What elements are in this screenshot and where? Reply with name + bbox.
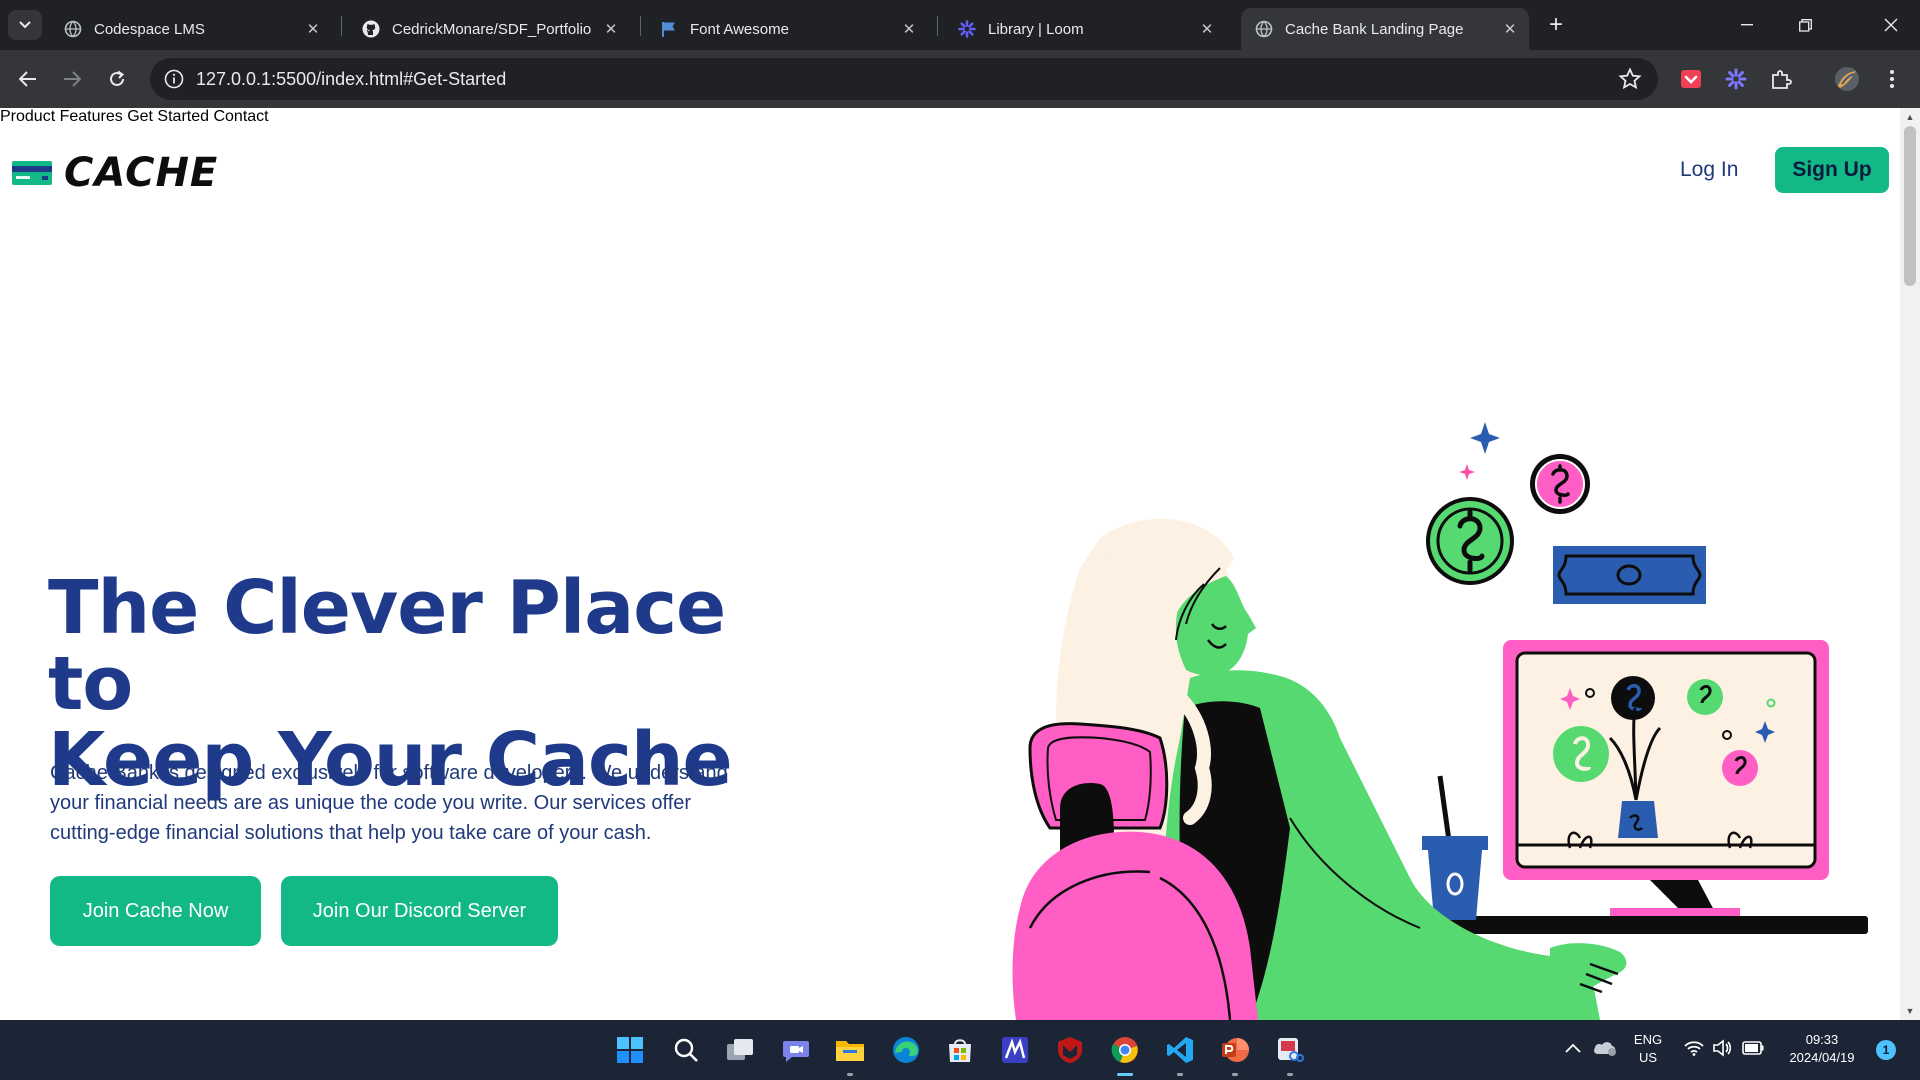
page-scrollbar[interactable]: ▲ ▼: [1900, 108, 1920, 1020]
tab-title: Library | Loom: [988, 20, 1084, 38]
tab-font-awesome[interactable]: Font Awesome ✕: [646, 8, 928, 50]
tab-separator: [937, 16, 938, 36]
nav-link-get-started[interactable]: Get Started: [127, 108, 209, 125]
close-icon: [1884, 18, 1898, 32]
address-bar[interactable]: 127.0.0.1:5500/index.html#Get-Started: [150, 58, 1658, 100]
edge-browser-icon[interactable]: [886, 1030, 926, 1070]
hero-illustration: [1012, 422, 1868, 1020]
clock[interactable]: 09:33 2024/04/19: [1782, 1031, 1862, 1067]
battery-icon[interactable]: [1742, 1041, 1764, 1060]
desk: [1410, 916, 1868, 934]
tab-loom[interactable]: Library | Loom ✕: [944, 8, 1226, 50]
globe-icon: [1255, 20, 1273, 38]
microsoft-store-icon[interactable]: [940, 1030, 980, 1070]
flag-icon: [660, 20, 678, 38]
new-tab-button[interactable]: +: [1541, 10, 1571, 40]
tab-search-button[interactable]: [8, 10, 42, 40]
forward-button[interactable]: [56, 63, 88, 95]
join-discord-button[interactable]: Join Our Discord Server: [281, 876, 558, 946]
keyboard-layout: US: [1638, 1050, 1658, 1065]
logo-text: CACHE: [64, 150, 219, 196]
scroll-down-icon[interactable]: ▼: [1905, 1006, 1915, 1016]
wifi-icon[interactable]: [1684, 1040, 1704, 1061]
main-nav: Product Features Get Started Contact: [0, 108, 1920, 126]
task-view-icon[interactable]: [720, 1030, 760, 1070]
signup-button[interactable]: Sign Up: [1775, 147, 1889, 193]
snipping-tool-icon[interactable]: [1270, 1030, 1310, 1076]
credit-card-icon: [12, 161, 52, 185]
teams-chat-icon[interactable]: [776, 1030, 816, 1070]
windows-start-icon[interactable]: [610, 1030, 650, 1070]
vscode-icon[interactable]: [1160, 1030, 1200, 1076]
github-icon: [362, 20, 380, 38]
close-tab-icon[interactable]: ✕: [898, 18, 920, 40]
close-tab-icon[interactable]: ✕: [1499, 18, 1521, 40]
tab-title: Codespace LMS: [94, 20, 205, 38]
scroll-up-icon[interactable]: ▲: [1905, 112, 1915, 122]
notification-badge[interactable]: 1: [1876, 1040, 1896, 1060]
login-link[interactable]: Log In: [1680, 158, 1738, 182]
join-cache-button[interactable]: Join Cache Now: [50, 876, 261, 946]
windows-taskbar: ENG US 09:33 2024/04/19: [0, 1020, 1920, 1080]
restore-icon: [1798, 18, 1812, 32]
show-hidden-icons-chevron-up-icon[interactable]: [1565, 1040, 1581, 1058]
tab-title: Cache Bank Landing Page: [1285, 20, 1464, 38]
tab-github[interactable]: CedrickMonare/SDF_Portfolio ✕: [348, 8, 630, 50]
cache-logo[interactable]: CACHE: [12, 150, 218, 196]
close-tab-icon[interactable]: ✕: [600, 18, 622, 40]
tab-separator: [640, 16, 641, 36]
cup: [1428, 850, 1482, 920]
browser-tab-bar: Codespace LMS ✕ CedrickMonare/SDF_Portfo…: [0, 0, 1920, 50]
hero-description: Cache Bank is designed exclusively for s…: [50, 762, 728, 844]
restore-button[interactable]: [1776, 0, 1834, 50]
language-indicator[interactable]: ENG US: [1628, 1031, 1668, 1067]
scrollbar-thumb[interactable]: [1904, 126, 1916, 286]
clock-date: 2024/04/19: [1789, 1050, 1855, 1065]
tab-separator: [341, 16, 342, 36]
profile-avatar-icon[interactable]: [1833, 65, 1861, 93]
file-explorer-icon[interactable]: [830, 1030, 870, 1076]
app-m-icon[interactable]: [995, 1030, 1035, 1070]
arrow-right-icon: [64, 71, 81, 87]
sparkle-icon: [1459, 464, 1475, 480]
close-tab-icon[interactable]: ✕: [302, 18, 324, 40]
arrow-left-icon: [19, 71, 36, 87]
pocket-extension-icon[interactable]: [1677, 65, 1705, 93]
chrome-icon[interactable]: [1105, 1030, 1145, 1076]
loom-icon: [958, 20, 976, 38]
powerpoint-icon[interactable]: [1215, 1030, 1255, 1076]
sparkle-icon: [1470, 422, 1500, 454]
minimize-button[interactable]: [1718, 0, 1776, 50]
url-text: 127.0.0.1:5500/index.html#Get-Started: [196, 68, 507, 89]
reload-button[interactable]: [101, 63, 133, 95]
nav-link-features[interactable]: Features: [60, 108, 123, 125]
close-tab-icon[interactable]: ✕: [1196, 18, 1218, 40]
clock-time: 09:33: [1805, 1032, 1839, 1047]
search-icon[interactable]: [666, 1030, 706, 1070]
onedrive-cloud-icon[interactable]: [1592, 1038, 1618, 1061]
hero-title-line-1: The Clever Place to: [48, 565, 726, 727]
mcafee-icon[interactable]: [1050, 1030, 1090, 1070]
tab-codespace-lms[interactable]: Codespace LMS ✕: [50, 8, 332, 50]
tab-title: CedrickMonare/SDF_Portfolio: [392, 20, 592, 38]
tab-title: Font Awesome: [690, 20, 789, 38]
close-window-button[interactable]: [1862, 0, 1920, 50]
nav-link-product[interactable]: Product: [0, 108, 55, 125]
chevron-down-icon: [19, 21, 31, 29]
reload-icon: [110, 70, 125, 86]
tab-cache-bank[interactable]: Cache Bank Landing Page ✕: [1241, 8, 1529, 50]
browser-menu-icon[interactable]: [1878, 65, 1906, 93]
bookmark-star-icon[interactable]: [1618, 67, 1642, 91]
page-viewport: CACHE Product Features Get Started Conta…: [0, 108, 1920, 1020]
globe-icon: [64, 20, 82, 38]
minimize-icon: [1741, 24, 1753, 26]
language-code: ENG: [1633, 1032, 1663, 1047]
nav-link-contact[interactable]: Contact: [213, 108, 268, 125]
extensions-puzzle-icon[interactable]: [1767, 65, 1795, 93]
volume-icon[interactable]: [1712, 1039, 1732, 1062]
browser-toolbar: 127.0.0.1:5500/index.html#Get-Started: [0, 50, 1920, 108]
loom-extension-icon[interactable]: [1722, 65, 1750, 93]
site-info-icon[interactable]: [164, 69, 184, 89]
back-button[interactable]: [12, 63, 44, 95]
